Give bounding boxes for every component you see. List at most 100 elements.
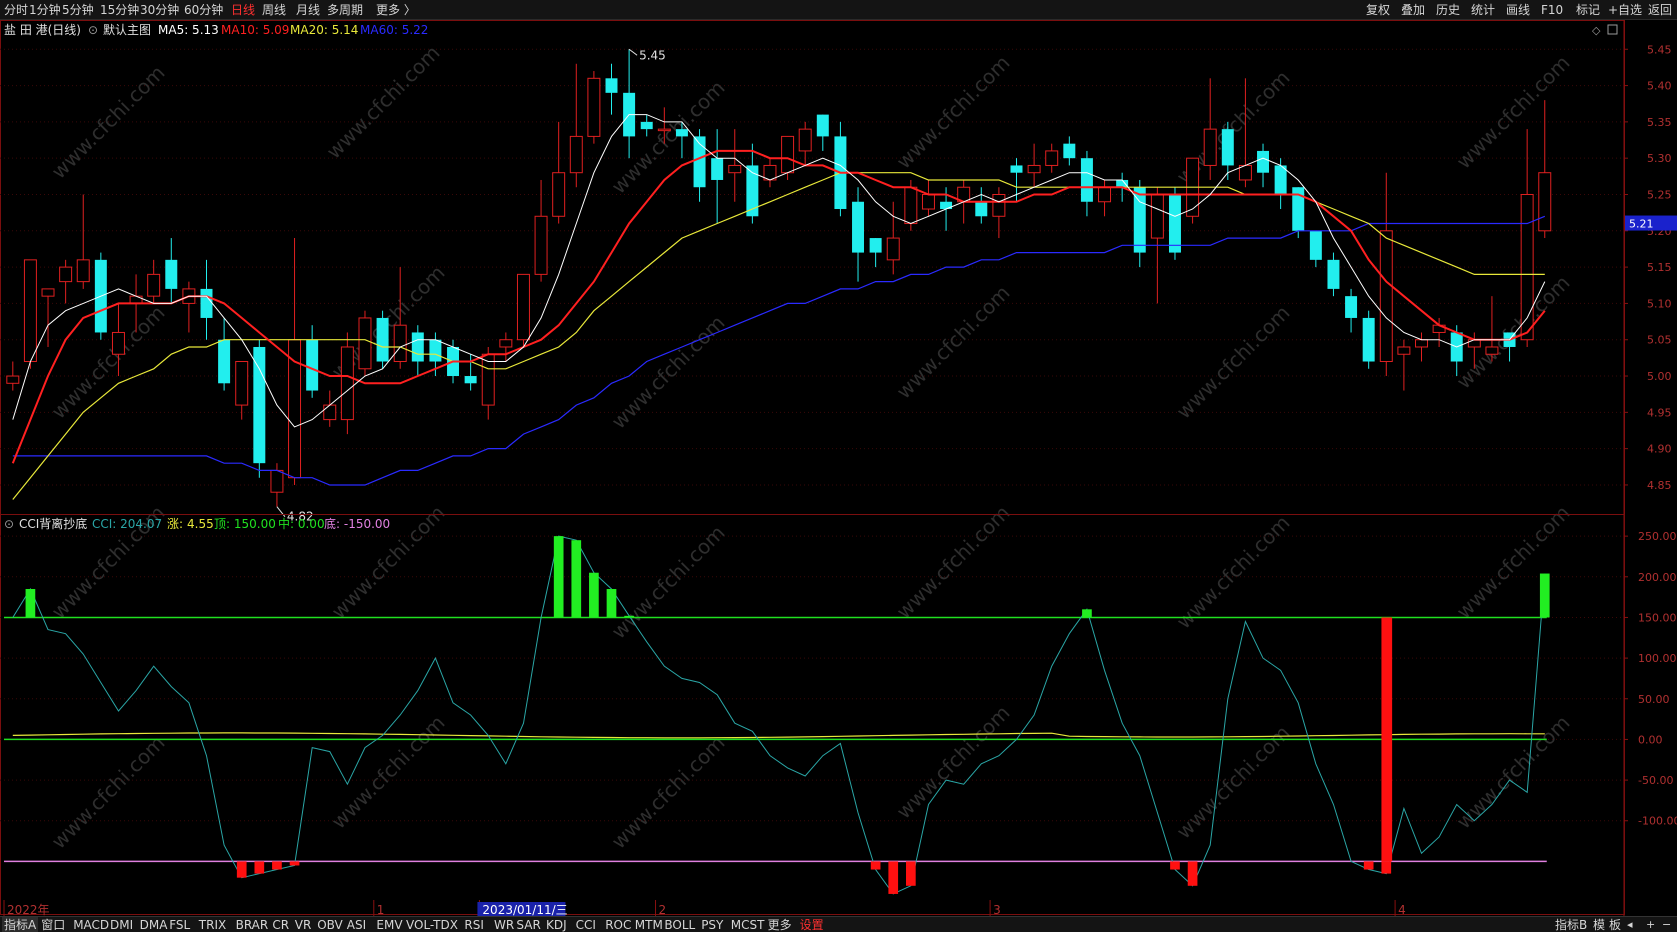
candle-body xyxy=(376,317,389,362)
indicator-tab-17[interactable]: KDJ xyxy=(546,917,567,932)
indicator-tab-21[interactable]: BOLL xyxy=(664,917,695,932)
moving-average-lines xyxy=(11,114,1546,500)
candle-8 xyxy=(147,259,161,304)
indicator-tab-0[interactable]: 指标A xyxy=(2,917,39,932)
candle-body xyxy=(992,193,1006,217)
indicator-tick-label: -50.00 xyxy=(1638,774,1673,787)
indicator-tab-13[interactable]: VOL-TDX xyxy=(406,917,458,932)
candle-body xyxy=(235,361,249,406)
watermark-text: www.cfchi.com xyxy=(892,701,1015,824)
period-tab-7[interactable]: 周线 xyxy=(262,2,286,18)
indicator-tab-25[interactable]: 设置 xyxy=(800,917,824,932)
period-tab-3[interactable]: 15分钟 xyxy=(100,2,139,18)
indicator-tab-9[interactable]: VR xyxy=(295,917,312,932)
date-tick-label: 4 xyxy=(1398,903,1406,916)
bottom-right-item-2[interactable]: 板 xyxy=(1609,917,1621,932)
main-chart-icon[interactable]: ⊙ xyxy=(88,23,98,37)
main-chart-label[interactable]: 默认主图 xyxy=(103,22,151,37)
toolbar-action-7[interactable]: +自选 xyxy=(1608,2,1642,18)
indicator-tab-22[interactable]: PSY xyxy=(701,917,723,932)
indicator-tick-label: 150.00 xyxy=(1638,611,1677,624)
indicator-tab-8[interactable]: CR xyxy=(272,917,289,932)
indicator-tab-4[interactable]: DMA xyxy=(140,917,168,932)
candle-79 xyxy=(1397,339,1411,391)
candle-80 xyxy=(1415,332,1428,362)
minus-icon[interactable]: − xyxy=(1662,917,1671,932)
candle-85 xyxy=(1503,332,1516,362)
indicator-tab-7[interactable]: BRAR xyxy=(236,917,269,932)
period-tab-5[interactable]: 60分钟 xyxy=(184,2,223,18)
bottom-right-item-1[interactable]: 模 xyxy=(1593,917,1605,932)
watermark-text: www.cfchi.com xyxy=(1452,51,1575,174)
candle-57 xyxy=(1010,158,1023,202)
indicator-name[interactable]: CCI背离抄底 xyxy=(19,516,87,531)
ma10-value: MA10: 5.09 xyxy=(221,23,289,37)
toolbar-action-4[interactable]: 画线 xyxy=(1506,2,1530,18)
diamond-icon[interactable]: ◇ xyxy=(1592,24,1601,37)
period-tab-10[interactable]: 更多 〉 xyxy=(376,2,416,18)
cci-bottom-bar xyxy=(906,861,916,886)
plus-icon[interactable]: + xyxy=(1646,917,1655,932)
toolbar-action-5[interactable]: F10 xyxy=(1541,2,1563,18)
candle-body xyxy=(1027,164,1041,174)
indicator-tab-15[interactable]: WR xyxy=(494,917,514,932)
indicator-tab-12[interactable]: EMV xyxy=(376,917,402,932)
candle-71 xyxy=(1257,143,1270,188)
toolbar-action-0[interactable]: 复权 xyxy=(1366,2,1390,18)
indicator-tab-16[interactable]: SAR xyxy=(516,917,540,932)
indicator-tab-19[interactable]: ROC xyxy=(605,917,631,932)
indicator-tab-11[interactable]: ASI xyxy=(347,917,366,932)
candle-body xyxy=(358,317,372,370)
candle-body xyxy=(340,346,354,421)
candle-23 xyxy=(411,325,424,377)
indicator-tab-18[interactable]: CCI xyxy=(576,917,596,932)
indicator-tab-14[interactable]: RSI xyxy=(464,917,484,932)
toolbar-action-1[interactable]: 叠加 xyxy=(1401,2,1425,18)
bottom-right-item-0[interactable]: 指标B xyxy=(1555,917,1587,932)
cci-top-bar xyxy=(589,572,599,618)
candle-body xyxy=(940,201,953,210)
period-tab-4[interactable]: 30分钟 xyxy=(140,2,179,18)
period-tab-0[interactable]: 分时 xyxy=(4,2,28,18)
indicator-tab-10[interactable]: OBV xyxy=(317,917,343,932)
watermark-text: www.cfchi.com xyxy=(607,731,730,854)
toolbar-action-2[interactable]: 历史 xyxy=(1436,2,1460,18)
period-tab-2[interactable]: 5分钟 xyxy=(62,2,94,18)
period-tab-9[interactable]: 多周期 xyxy=(327,2,363,18)
candle-84 xyxy=(1485,296,1499,362)
left-arrow-icon[interactable]: ◂ xyxy=(1627,917,1633,932)
period-tab-1[interactable]: 1分钟 xyxy=(29,2,61,18)
toolbar-action-8[interactable]: 返回 xyxy=(1648,2,1672,18)
candle-76 xyxy=(1345,288,1358,333)
candle-body xyxy=(728,164,742,174)
candle-49 xyxy=(869,238,882,268)
period-tab-6[interactable]: 日线 xyxy=(231,2,255,18)
price-tick-label: 5.00 xyxy=(1647,370,1672,383)
candle-body xyxy=(23,259,37,363)
watermark-text: www.cfchi.com xyxy=(892,51,1015,174)
candle-11 xyxy=(200,259,213,340)
toolbar-action-3[interactable]: 统计 xyxy=(1471,2,1495,18)
cci-bottom-bar xyxy=(888,861,899,894)
candle-body xyxy=(1063,143,1076,159)
indicator-tab-1[interactable]: 窗口 xyxy=(41,917,65,932)
candle-30 xyxy=(534,179,548,282)
indicator-tab-23[interactable]: MCST xyxy=(731,917,765,932)
window-toggle-icon[interactable] xyxy=(1607,24,1618,35)
indicator-tab-24[interactable]: 更多 xyxy=(768,917,792,932)
cci-bottom-bar xyxy=(254,861,265,874)
indicator-tick-label: 50.00 xyxy=(1638,693,1670,706)
indicator-tab-5[interactable]: FSL xyxy=(169,917,190,932)
indicator-tab-2[interactable]: MACD xyxy=(73,917,109,932)
candle-body xyxy=(869,238,882,253)
price-tick-label: 5.15 xyxy=(1647,261,1672,274)
candle-2 xyxy=(41,288,55,347)
indicator-tab-6[interactable]: TRIX xyxy=(199,917,226,932)
indicator-toggle-icon[interactable]: ⊙ xyxy=(4,517,14,531)
indicator-tab-3[interactable]: DMI xyxy=(110,917,133,932)
toolbar-action-6[interactable]: 标记 xyxy=(1576,2,1600,18)
indicator-tab-20[interactable]: MTM xyxy=(635,917,663,932)
candle-body xyxy=(1345,296,1358,318)
period-tab-8[interactable]: 月线 xyxy=(296,2,320,18)
cci-bottom-bar xyxy=(289,861,300,866)
